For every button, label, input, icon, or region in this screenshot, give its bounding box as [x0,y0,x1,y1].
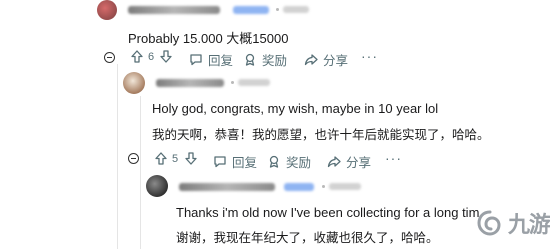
watermark-text: 九游 [508,213,550,238]
timestamp [283,6,309,13]
award-label: 奖励 [262,53,288,68]
comment-body-chinese: 我的天啊，恭喜！我的愿望，也许十年后就能实现了，哈哈。 [152,127,490,142]
upvote-button[interactable]: 5 [155,152,178,165]
downvote-icon [160,50,172,63]
comment-body-chinese: 谢谢，我现在年纪大了，收藏也很久了，哈哈。 [176,230,439,245]
downvote-button[interactable] [185,152,197,165]
separator-dot [322,185,325,188]
award-icon [269,155,279,168]
award-icon [245,53,255,66]
more-options-button[interactable]: ··· [385,150,402,166]
award-label: 奖励 [286,155,312,170]
share-button[interactable]: 分享 [304,50,348,69]
vote-count: 5 [172,152,179,165]
downvote-icon [185,152,197,165]
thread-line [140,96,141,249]
avatar[interactable] [123,72,145,94]
reply-button[interactable]: 回复 [213,152,257,171]
collapse-thread-button[interactable] [104,52,115,63]
upvote-button[interactable]: 6 [131,50,154,63]
collapse-thread-button[interactable] [128,153,139,164]
reply-label: 回复 [208,53,234,68]
award-button[interactable]: 奖励 [243,50,287,69]
user-flair [284,183,314,191]
username[interactable] [156,79,224,87]
comment-body-english: Thanks i'm old now I've been collecting … [176,205,480,220]
upvote-icon [155,152,167,165]
downvote-button[interactable] [160,50,172,63]
comment-body-english: Holy god, congrats, my wish, maybe in 10… [152,101,439,116]
watermark-swirl-icon [477,210,501,236]
timestamp [329,183,361,190]
comment-icon [214,156,226,168]
share-icon [327,156,341,168]
avatar[interactable] [97,0,117,20]
username[interactable] [179,183,275,191]
more-options-button[interactable]: ··· [361,48,378,64]
timestamp [238,79,270,86]
upvote-icon [131,50,143,63]
vote-count: 6 [148,50,155,63]
comment-icon [190,54,202,66]
share-label: 分享 [346,155,372,170]
comment-body: Probably 15.000 大概15000 [128,31,289,46]
share-button[interactable]: 分享 [327,152,371,171]
separator-dot [276,8,279,11]
watermark-logo: 九游 [475,207,550,239]
user-flair [233,6,269,14]
thread-line [117,64,118,249]
separator-dot [231,81,234,84]
avatar[interactable] [146,175,168,197]
share-label: 分享 [323,53,349,68]
award-button[interactable]: 奖励 [267,152,311,171]
username[interactable] [128,6,220,14]
reply-label: 回复 [232,155,258,170]
reply-button[interactable]: 回复 [189,50,233,69]
share-icon [304,54,318,66]
